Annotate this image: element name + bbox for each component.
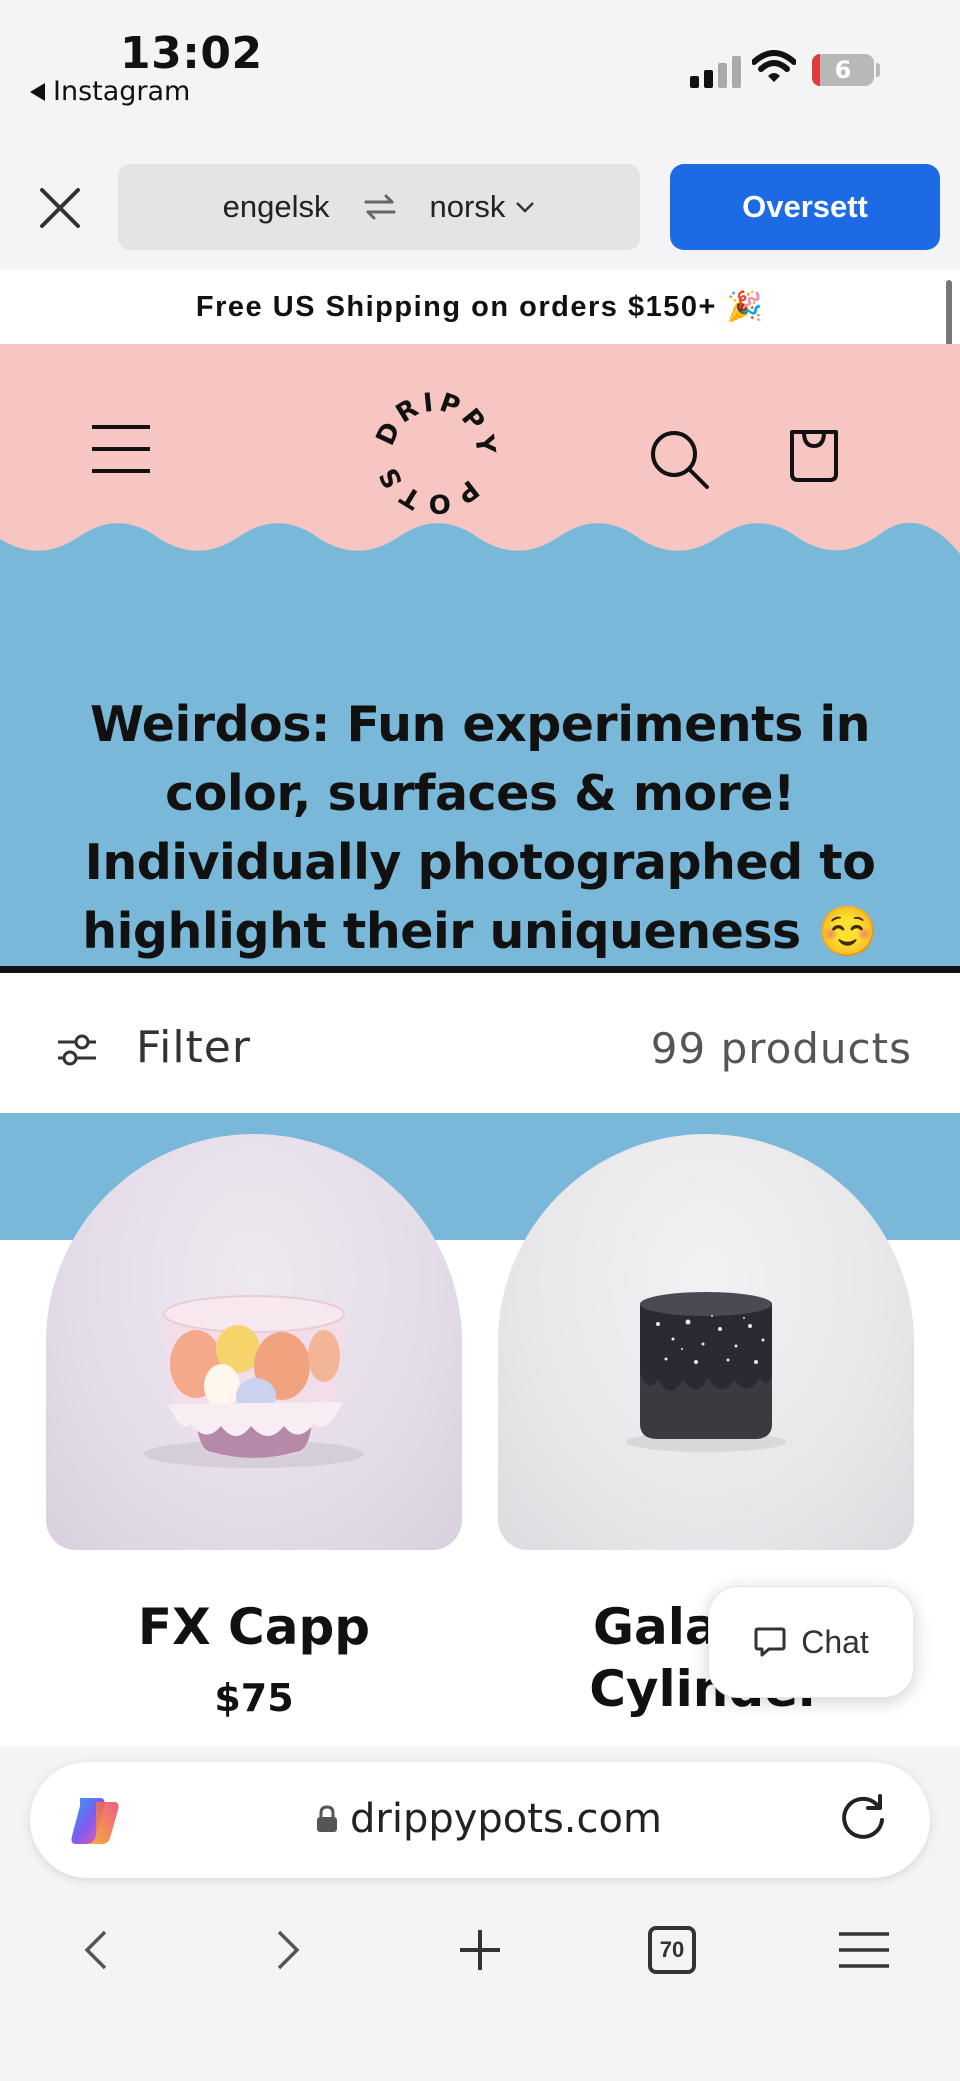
menu-icon[interactable] (92, 424, 150, 474)
clock: 13:02 (120, 28, 263, 79)
forward-button[interactable] (258, 1920, 318, 1980)
battery-icon: 6 (812, 54, 874, 86)
battery-nub (876, 63, 880, 77)
svg-text:DRIPPY: DRIPPY (371, 388, 500, 460)
chevron-down-icon (516, 202, 535, 213)
collection-title: Weirdos: Fun experiments in color, surfa… (82, 696, 878, 960)
tabs-button[interactable]: 70 (642, 1920, 702, 1980)
product-name[interactable]: FX Capp (46, 1596, 462, 1658)
black-cylinder-cup-image (626, 1292, 786, 1452)
wifi-icon (752, 50, 796, 82)
target-language-dropdown[interactable]: norsk (430, 189, 536, 225)
search-icon[interactable] (648, 428, 710, 490)
chat-label: Chat (801, 1623, 869, 1660)
drippy-pots-logo[interactable]: DRIPPY POTS (370, 388, 500, 518)
svg-text:POTS: POTS (372, 458, 485, 518)
browser-menu-button[interactable] (834, 1920, 894, 1980)
battery-level: 6 (834, 56, 852, 84)
translate-button[interactable]: Oversett (670, 164, 940, 250)
product-image[interactable] (498, 1134, 914, 1550)
copilot-icon[interactable] (66, 1792, 124, 1850)
filter-button[interactable]: Filter (136, 1022, 251, 1073)
target-language: norsk (429, 189, 506, 224)
chevron-left-icon (84, 1930, 107, 1970)
back-app-label: Instagram (53, 76, 191, 107)
product-image[interactable] (46, 1134, 462, 1550)
filter-sliders-icon[interactable] (56, 1032, 98, 1068)
chat-bubble-icon (754, 1627, 786, 1657)
divider (0, 966, 960, 973)
lock-icon (317, 1805, 337, 1832)
product-price: $75 (214, 1676, 294, 1720)
menu-icon (839, 1932, 889, 1968)
swap-languages-icon[interactable] (364, 194, 396, 220)
close-icon[interactable] (38, 186, 82, 230)
plus-icon (460, 1930, 500, 1970)
announcement-bar: Free US Shipping on orders $150+ 🎉 (0, 270, 960, 344)
url-text: drippypots.com (350, 1796, 662, 1842)
source-language[interactable]: engelsk (223, 189, 330, 225)
chevron-right-icon (277, 1930, 300, 1970)
language-selector[interactable]: engelsk norsk (118, 164, 640, 250)
url-display[interactable]: drippypots.com (316, 1796, 662, 1842)
tab-count: 70 (648, 1926, 696, 1974)
back-button[interactable] (66, 1920, 126, 1980)
back-triangle-icon (30, 82, 45, 101)
reload-icon[interactable] (838, 1792, 888, 1842)
web-page: Free US Shipping on orders $150+ 🎉 DRIPP… (0, 270, 960, 1746)
chat-button[interactable]: Chat (708, 1586, 914, 1698)
new-tab-button[interactable] (450, 1920, 510, 1980)
back-to-app-link[interactable]: Instagram (30, 76, 190, 107)
cart-icon[interactable] (788, 424, 840, 482)
cellular-signal-icon (690, 56, 741, 88)
product-count: 99 products (650, 1024, 912, 1073)
pastel-cup-image (144, 1295, 364, 1468)
